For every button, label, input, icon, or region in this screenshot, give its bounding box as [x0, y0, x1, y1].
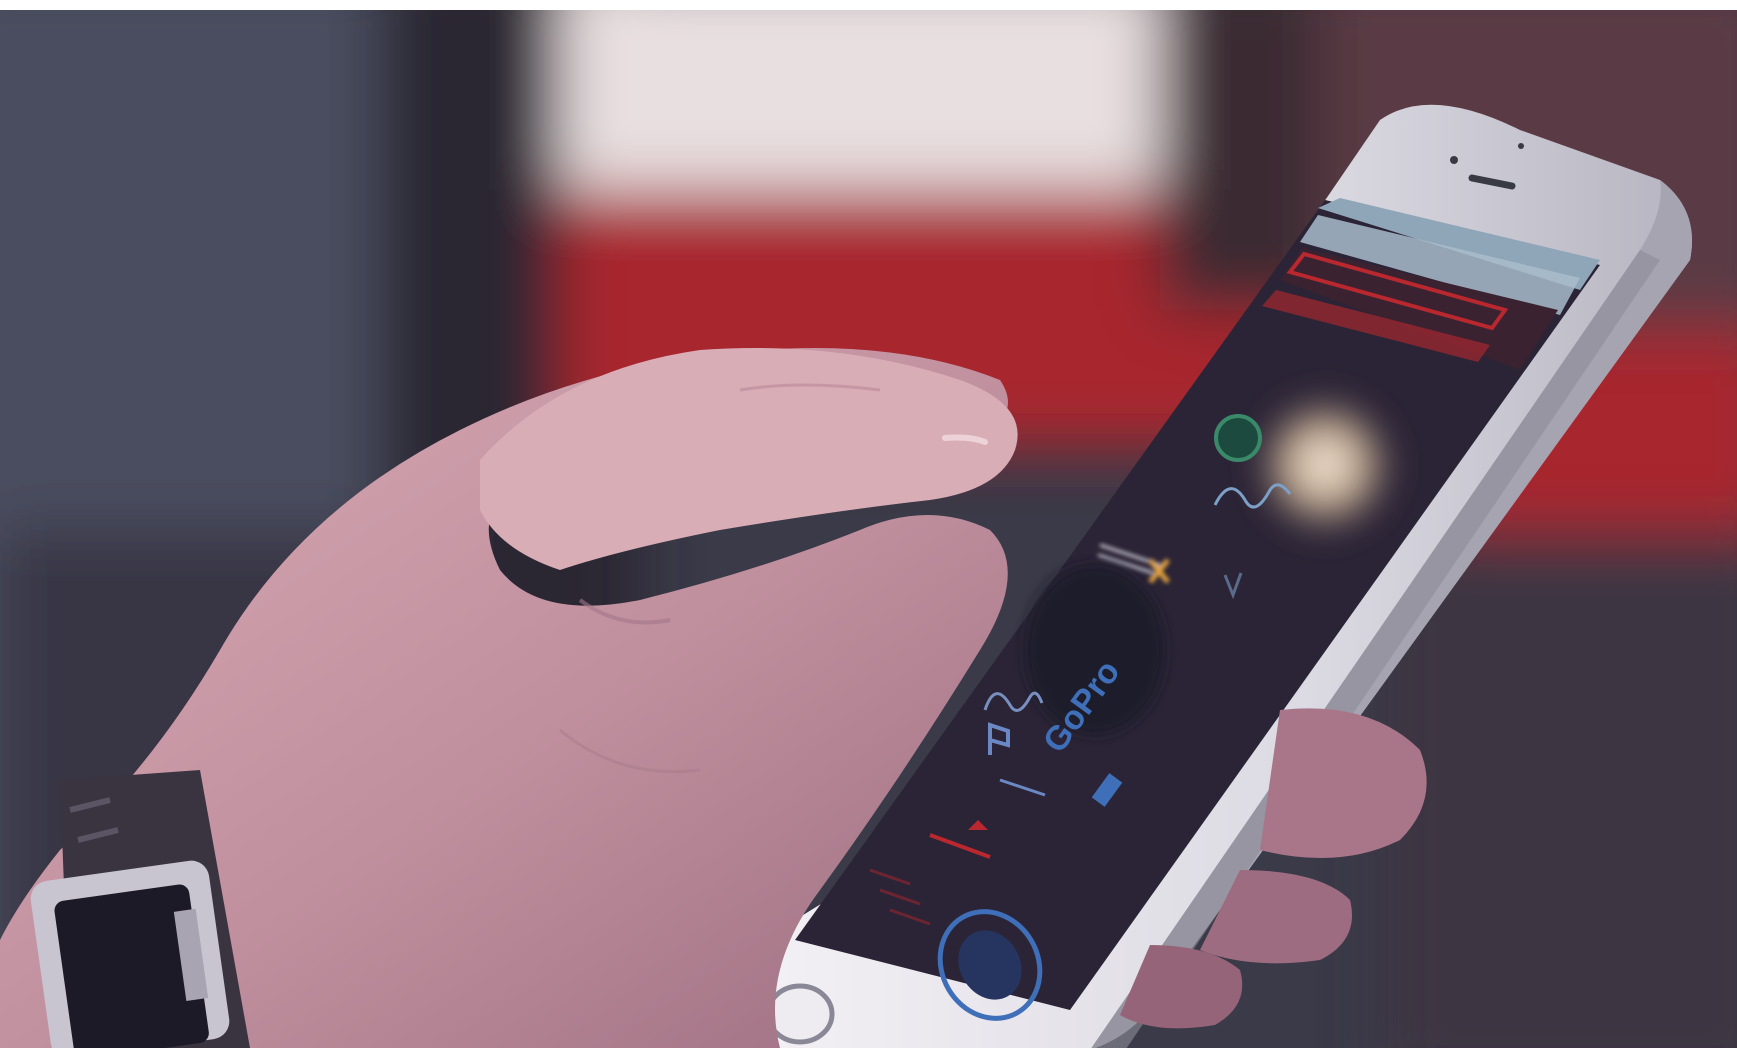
front-camera [1450, 156, 1458, 164]
home-button [765, 983, 835, 1045]
green-badge-logo [1214, 414, 1262, 462]
spotlight-glow [1240, 380, 1410, 550]
photo: GoPro [0, 10, 1737, 1048]
proximity-sensor [1518, 143, 1524, 149]
